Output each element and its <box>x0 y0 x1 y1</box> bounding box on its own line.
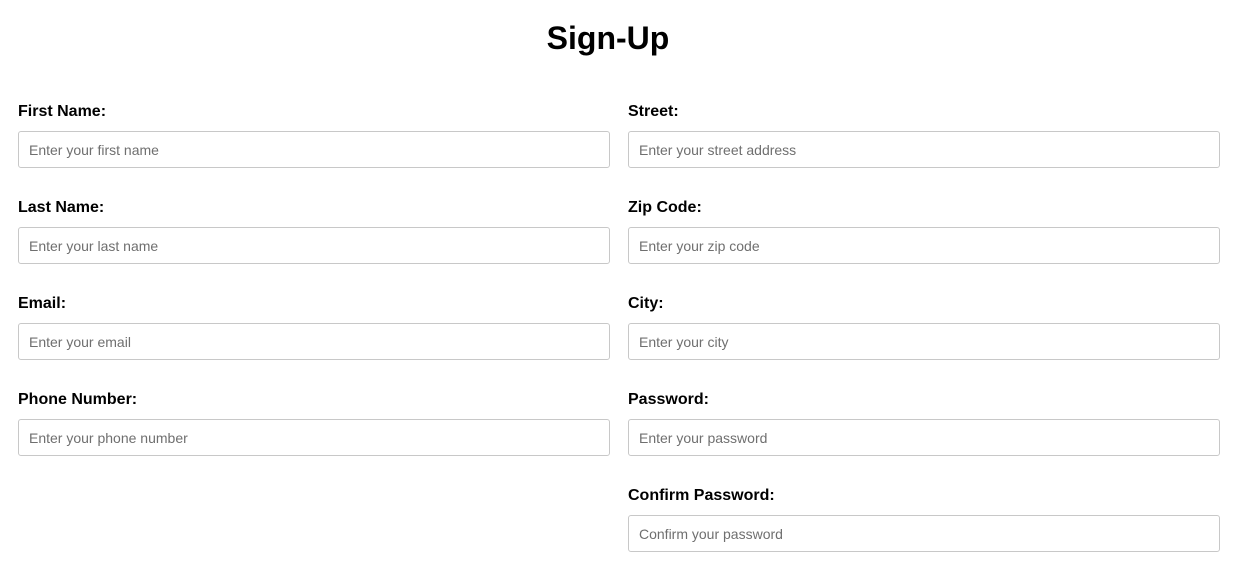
email-label: Email: <box>18 295 67 312</box>
street-field: Street: <box>628 102 1220 198</box>
city-input[interactable] <box>628 323 1220 360</box>
city-label: City: <box>628 295 664 312</box>
first-name-field: First Name: <box>18 102 610 198</box>
street-label: Street: <box>628 103 679 120</box>
phone-number-field: Phone Number: <box>18 390 610 486</box>
email-field: Email: <box>18 294 610 390</box>
phone-number-label: Phone Number: <box>18 391 138 408</box>
password-input[interactable] <box>628 419 1220 456</box>
confirm-password-field: Confirm Password: <box>628 486 1220 582</box>
email-input[interactable] <box>18 323 610 360</box>
confirm-password-label: Confirm Password: <box>628 487 775 504</box>
form-column-left: First Name: Last Name: Email: Phone Numb… <box>18 102 610 486</box>
last-name-label: Last Name: <box>18 199 105 216</box>
zip-code-field: Zip Code: <box>628 198 1220 294</box>
last-name-field: Last Name: <box>18 198 610 294</box>
first-name-label: First Name: <box>18 103 107 120</box>
form-column-right: Street: Zip Code: City: Password: Confir… <box>628 102 1220 582</box>
page-title: Sign-Up <box>546 20 670 56</box>
zip-code-input[interactable] <box>628 227 1220 264</box>
first-name-input[interactable] <box>18 131 610 168</box>
phone-number-input[interactable] <box>18 419 610 456</box>
city-field: City: <box>628 294 1220 390</box>
zip-code-label: Zip Code: <box>628 199 702 216</box>
last-name-input[interactable] <box>18 227 610 264</box>
password-label: Password: <box>628 391 709 408</box>
confirm-password-input[interactable] <box>628 515 1220 552</box>
street-input[interactable] <box>628 131 1220 168</box>
password-field: Password: <box>628 390 1220 486</box>
